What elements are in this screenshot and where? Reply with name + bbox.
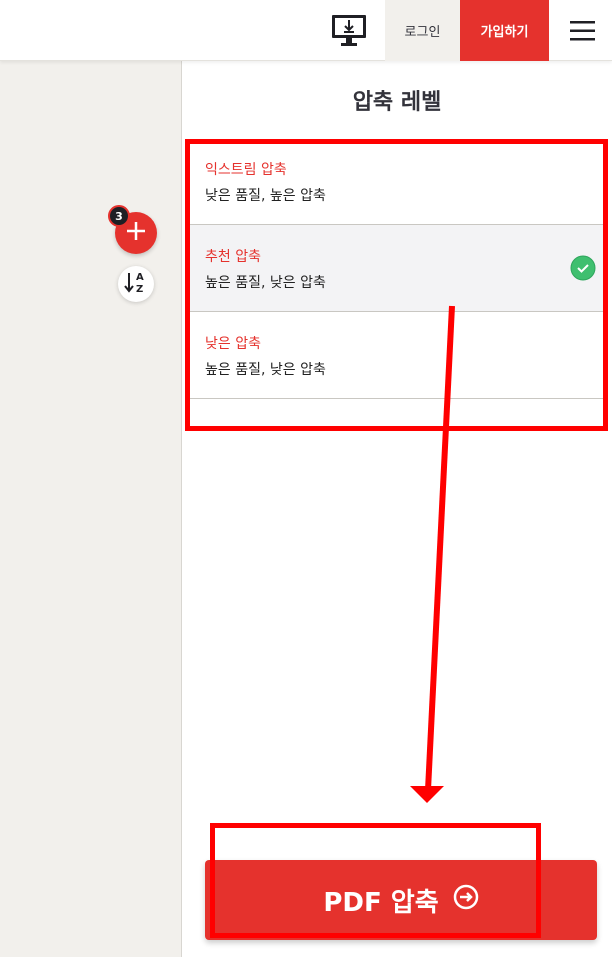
hamburger-menu-icon[interactable] <box>568 20 598 42</box>
arrow-right-circle-icon <box>453 884 479 917</box>
compress-label: PDF 압축 <box>323 887 439 918</box>
option-title: 낮은 압축 <box>205 336 261 352</box>
option-desc: 낮은 품질, 높은 압축 <box>205 188 326 204</box>
sort-az-button[interactable]: A Z <box>118 266 154 302</box>
compress-pdf-button[interactable]: PDF 압축 <box>205 860 597 940</box>
svg-text:Z: Z <box>136 284 143 295</box>
option-desc: 높은 품질, 낮은 압축 <box>205 275 326 291</box>
option-low[interactable]: 낮은 압축 높은 품질, 낮은 압축 <box>186 312 608 399</box>
option-recommended[interactable]: 추천 압축 높은 품질, 낮은 압축 <box>186 225 608 312</box>
file-count-badge: 3 <box>108 205 130 227</box>
panel-title: 압축 레벨 <box>352 90 442 115</box>
option-title: 추천 압축 <box>205 249 261 265</box>
signup-label: 가입하기 <box>480 25 529 40</box>
check-icon <box>570 255 596 281</box>
login-button[interactable]: 로그인 <box>385 0 460 61</box>
signup-button[interactable]: 가입하기 <box>460 0 549 61</box>
svg-text:A: A <box>136 272 144 283</box>
file-list-panel <box>0 61 182 957</box>
sort-az-icon: A Z <box>123 269 149 299</box>
login-label: 로그인 <box>404 25 441 40</box>
plus-icon <box>125 220 147 246</box>
option-desc: 높은 품질, 낮은 압축 <box>205 362 326 378</box>
desktop-download-icon[interactable] <box>330 12 368 48</box>
option-title: 익스트림 압축 <box>205 162 287 178</box>
option-extreme[interactable]: 익스트림 압축 낮은 품질, 높은 압축 <box>186 138 608 225</box>
compression-options: 익스트림 압축 낮은 품질, 높은 압축 추천 압축 높은 품질, 낮은 압축 … <box>186 138 608 399</box>
top-header: 로그인 가입하기 <box>0 0 612 61</box>
